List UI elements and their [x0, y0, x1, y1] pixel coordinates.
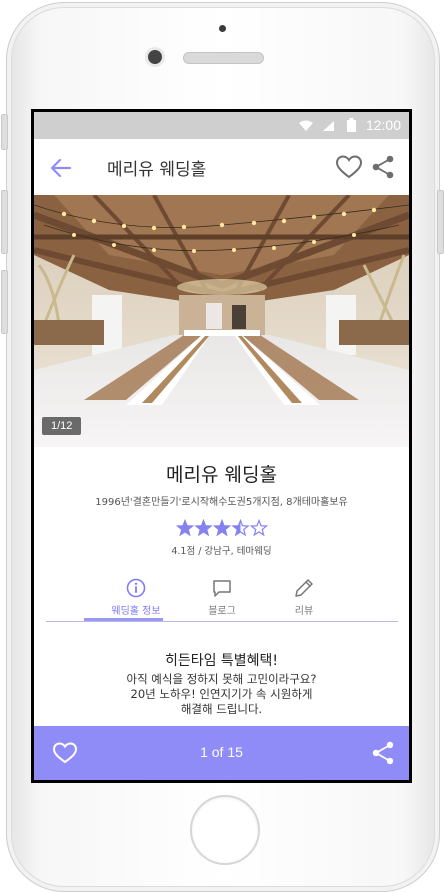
front-camera [148, 50, 162, 64]
page-indicator: 1 of 15 [200, 744, 243, 760]
heart-outline-icon[interactable] [335, 154, 363, 180]
promo-line: 20년 노하우! 인연지기가 속 시원하게 [130, 687, 313, 701]
cellular-signal-icon [323, 121, 334, 131]
star-filled-icon [212, 519, 232, 537]
rating-location: 4.1점 / 강남구, 테마웨딩 [171, 546, 272, 557]
earpiece-speaker [183, 52, 264, 64]
venue-photo[interactable]: 1/12 [34, 195, 409, 447]
power-button [437, 190, 444, 254]
venue-description: 1996년'결혼만들기'로시작해수도권5개지점, 8개테마홀보유 [95, 497, 348, 508]
promo-line: 해결해 드립니다. [180, 702, 263, 716]
status-bar: 12:00 [34, 112, 409, 139]
tab-venue-info[interactable]: 웨딩홀 정보 [96, 569, 176, 621]
app-screen: 12:00 메리유 웨딩홀 1/12 메리유 웨딩홀 1996년'결혼만들기'로… [34, 112, 409, 780]
info-circle-icon [126, 578, 146, 598]
share-icon[interactable] [370, 154, 396, 180]
star-filled-icon [176, 519, 195, 537]
promo-title: 히든타임 특별혜택! [164, 653, 279, 669]
share-icon[interactable] [371, 740, 395, 766]
wedding-hall-illustration [34, 195, 409, 447]
venue-name: 메리유 웨딩홀 [166, 464, 277, 486]
volume-down-button [1, 270, 8, 334]
back-arrow-icon[interactable] [48, 155, 74, 181]
star-rating [176, 519, 268, 537]
tab-review-label: 리뷰 [294, 606, 314, 617]
bottom-bar: 1 of 15 [34, 726, 409, 780]
app-bar: 메리유 웨딩홀 [34, 139, 409, 195]
status-time: 12:00 [365, 117, 401, 133]
mute-switch [1, 114, 8, 150]
chat-bubble-icon [213, 580, 231, 597]
tab-review[interactable]: 리뷰 [264, 569, 344, 621]
tab-blog[interactable]: 블로그 [182, 569, 262, 621]
star-empty-icon [249, 519, 268, 537]
tab-bar: 웨딩홀 정보 블로그 리뷰 [46, 569, 398, 622]
star-filled-icon [194, 519, 213, 537]
promo-line: 아직 예식을 정하지 못해 고민이라구요? [126, 672, 317, 686]
tab-venue-info-label: 웨딩홀 정보 [111, 606, 161, 617]
volume-up-button [1, 190, 8, 254]
photo-counter: 1/12 [42, 417, 82, 435]
screen-bezel: 12:00 메리유 웨딩홀 1/12 메리유 웨딩홀 1996년'결혼만들기'로… [31, 109, 412, 783]
active-tab-indicator [84, 618, 163, 621]
home-button[interactable] [190, 795, 260, 865]
proximity-sensor [219, 25, 226, 32]
wifi-icon [299, 120, 313, 131]
pencil-icon [295, 579, 313, 597]
battery-icon [347, 118, 356, 132]
promo-body: 아직 예식을 정하지 못해 고민이라구요? 20년 노하우! 인연지기가 속 시… [34, 672, 409, 717]
tab-blog-label: 블로그 [208, 606, 236, 617]
page-title: 메리유 웨딩홀 [107, 160, 207, 180]
